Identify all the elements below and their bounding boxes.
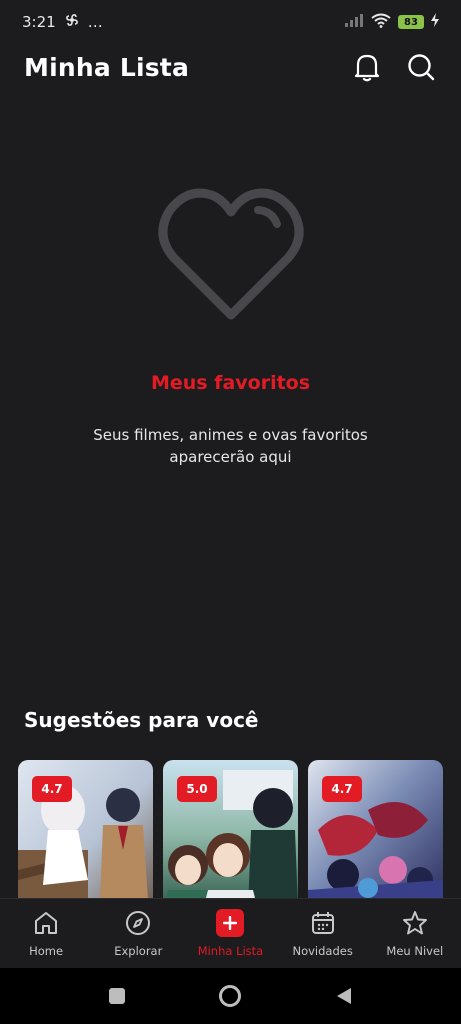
suggestion-card[interactable]: 4.7 (18, 760, 153, 900)
suggestions-carousel[interactable]: 4.7 5.0 4.7 (18, 760, 461, 900)
calendar-icon (309, 909, 337, 937)
recents-button[interactable] (97, 976, 137, 1016)
rating-badge: 5.0 (177, 776, 217, 802)
system-navigation-bar (0, 968, 461, 1024)
home-system-button[interactable] (210, 976, 250, 1016)
bell-icon (354, 54, 380, 82)
rating-badge: 4.7 (322, 776, 362, 802)
status-bar: 3:21 … 83 (0, 0, 461, 44)
suggestion-card[interactable]: 5.0 (163, 760, 298, 900)
search-button[interactable] (405, 51, 437, 83)
nav-label: Novidades (292, 944, 353, 958)
nav-label: Minha Lista (197, 944, 264, 958)
nav-item-meu-nivel[interactable]: Meu Nivel (369, 909, 461, 958)
nav-label: Meu Nivel (386, 944, 444, 958)
charging-icon (431, 13, 439, 31)
header-actions (351, 51, 437, 83)
status-more: … (87, 13, 103, 31)
bottom-navigation: Home Explorar Minha Lista Novidades Meu … (0, 898, 461, 968)
nav-label: Home (29, 944, 64, 958)
add-box-icon-wrapper (216, 909, 245, 937)
signal-icon (344, 13, 364, 31)
star-icon (401, 909, 429, 937)
status-left: 3:21 … (22, 12, 103, 32)
back-triangle-icon (337, 988, 352, 1004)
suggestions-title: Sugestões para você (24, 708, 259, 732)
rating-badge: 4.7 (32, 776, 72, 802)
nav-label: Explorar (114, 944, 163, 958)
heart-outline-icon (158, 188, 303, 320)
nav-item-explorar[interactable]: Explorar (92, 909, 184, 958)
search-icon (408, 54, 435, 81)
app-header: Minha Lista (0, 44, 461, 90)
back-button[interactable] (324, 976, 364, 1016)
page-title: Minha Lista (24, 52, 190, 82)
nav-item-minha-lista[interactable]: Minha Lista (184, 909, 276, 958)
compass-icon (124, 909, 152, 937)
empty-state-title: Meus favoritos (150, 372, 311, 394)
square-icon (108, 988, 125, 1004)
add-box-icon (216, 909, 245, 937)
fan-icon (64, 12, 80, 32)
nav-item-novidades[interactable]: Novidades (277, 909, 369, 958)
suggestion-card[interactable]: 4.7 (308, 760, 443, 900)
nav-item-home[interactable]: Home (0, 909, 92, 958)
empty-state: Meus favoritos Seus filmes, animes e ova… (0, 180, 461, 468)
screen: 3:21 … 83 Minha Lista Meus favoritos Seu… (0, 0, 461, 1024)
status-time: 3:21 (22, 13, 56, 31)
status-right: 83 (344, 13, 439, 32)
circle-icon (219, 985, 242, 1007)
home-icon (32, 909, 60, 937)
battery-indicator: 83 (398, 15, 424, 29)
notifications-button[interactable] (351, 51, 383, 83)
empty-state-description: Seus filmes, animes e ovas favoritos apa… (93, 426, 368, 466)
wifi-icon (371, 13, 391, 32)
